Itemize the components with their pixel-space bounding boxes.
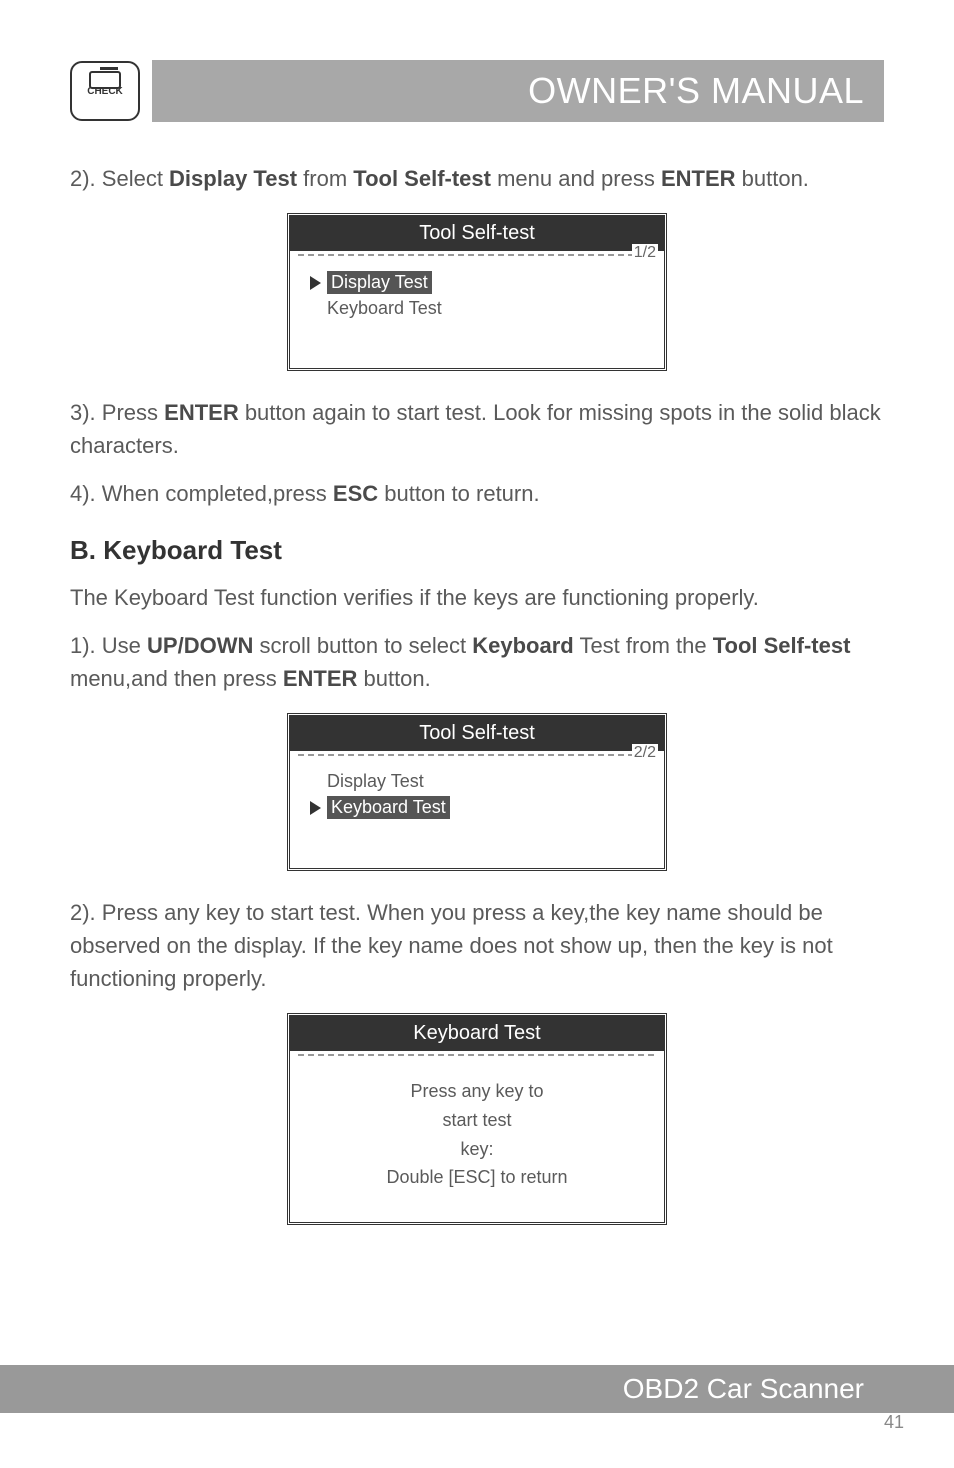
footer-bar: OBD2 Car Scanner — [0, 1365, 954, 1413]
menu-item-display-test: Display Test — [310, 771, 644, 792]
section-c-step2: 2). Press any key to start test. When yo… — [70, 896, 884, 995]
page-indicator: 2/2 — [632, 744, 658, 762]
section-b-intro: The Keyboard Test function verifies if t… — [70, 581, 884, 614]
selection-triangle-icon — [310, 801, 321, 815]
icon-label: CHECK — [87, 86, 123, 97]
screen-title: Keyboard Test — [290, 1016, 664, 1051]
kt-line4: Double [ESC] to return — [310, 1163, 644, 1192]
page-number: 41 — [884, 1412, 904, 1433]
header-title: OWNER'S MANUAL — [152, 60, 884, 122]
screen-title: Tool Self-test — [290, 216, 664, 251]
page-header: CHECK OWNER'S MANUAL — [70, 60, 884, 122]
check-engine-icon: CHECK — [70, 61, 140, 121]
selection-triangle-icon — [310, 276, 321, 290]
step-2-text: 2). Select Display Test from Tool Self-t… — [70, 162, 884, 195]
step-4-text: 4). When completed,press ESC button to r… — [70, 477, 884, 510]
footer-text: OBD2 Car Scanner — [623, 1373, 864, 1405]
step-3-text: 3). Press ENTER button again to start te… — [70, 396, 884, 462]
page-indicator: 1/2 — [632, 244, 658, 262]
screen-tool-selftest-2: Tool Self-test 2/2 Display Test Keyboard… — [287, 713, 667, 871]
screen-divider: 2/2 — [298, 754, 656, 756]
screen-divider — [298, 1054, 656, 1056]
kt-line2: start test — [310, 1106, 644, 1135]
menu-item-display-test: Display Test — [310, 271, 644, 294]
section-b-heading: B. Keyboard Test — [70, 535, 884, 566]
menu-item-keyboard-test: Keyboard Test — [310, 796, 644, 819]
menu-item-keyboard-test: Keyboard Test — [310, 298, 644, 319]
section-b-step1: 1). Use UP/DOWN scroll button to select … — [70, 629, 884, 695]
screen-keyboard-test: Keyboard Test Press any key to start tes… — [287, 1013, 667, 1225]
kt-line1: Press any key to — [310, 1077, 644, 1106]
kt-line3: key: — [310, 1135, 644, 1164]
screen-tool-selftest-1: Tool Self-test 1/2 Display Test Keyboard… — [287, 213, 667, 371]
screen-divider: 1/2 — [298, 254, 656, 256]
screen-title: Tool Self-test — [290, 716, 664, 751]
